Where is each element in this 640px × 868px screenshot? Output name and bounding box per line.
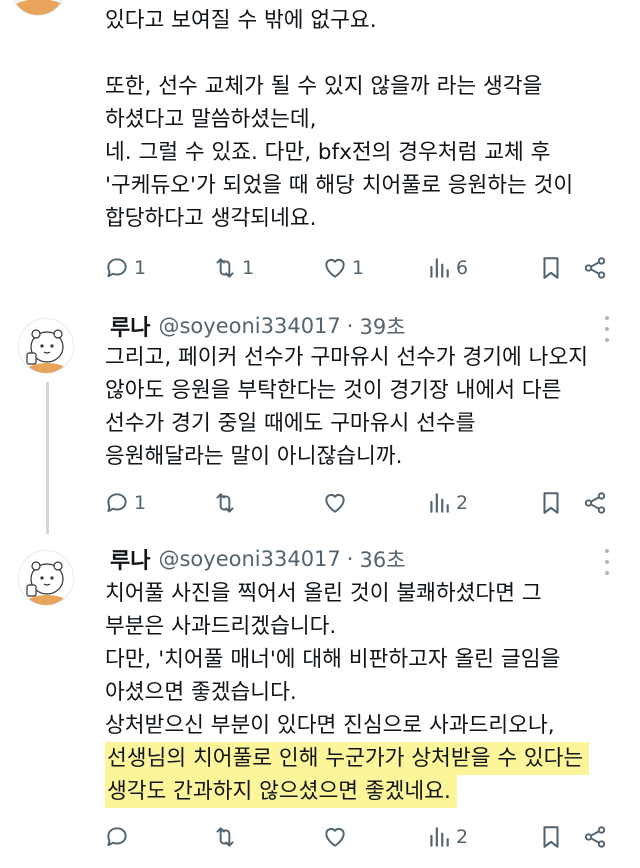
tweet-header: 루나 @soyeoni334017 · 39초 — [110, 311, 406, 341]
bookmark-button[interactable] — [538, 822, 568, 852]
like-icon — [325, 827, 345, 847]
highlighted-line: 선생님의 치어풀로 인해 누군가가 상처받을 수 있다는 — [105, 742, 635, 775]
tweet-actions: 1 1 1 6 — [104, 253, 616, 283]
tweet-actions: 1 2 — [104, 488, 616, 518]
share-icon — [584, 826, 606, 848]
avatar-icon — [23, 329, 71, 373]
tweet-text-line: 아셨으면 좋겠습니다. — [105, 680, 297, 705]
retweet-icon — [216, 827, 234, 847]
tweet-body: 그리고, 페이커 선수가 구마유시 선수가 경기에 나오지 않아도 응원을 부탁… — [105, 341, 635, 473]
like-icon — [325, 493, 345, 513]
tweet-text-line: 그리고, 페이커 선수가 구마유시 선수가 경기에 나오지 — [105, 345, 589, 370]
retweet-icon — [216, 493, 234, 513]
reply-icon — [107, 827, 127, 847]
tweet-text-line: 부분은 사과드리겠습니다. — [105, 614, 337, 639]
reply-button[interactable] — [104, 822, 134, 852]
views-button[interactable]: 2 — [426, 822, 468, 852]
tweet-body: 있다고 보여질 수 밖에 없구요. 또한, 선수 교체가 될 수 있지 않을까 … — [105, 4, 635, 235]
tweet-text-line — [105, 37, 635, 70]
retweet-count: 1 — [242, 257, 255, 279]
share-icon — [584, 257, 606, 279]
like-icon — [325, 258, 345, 278]
highlight-mark: 생각도 간과하지 않으셨으면 좋겠네요. — [105, 775, 457, 808]
display-name[interactable]: 루나 — [110, 310, 150, 342]
tweet-text-line: 응원해달라는 말이 아니잖습니까. — [105, 444, 403, 469]
tweet-text-line: 합당하다고 생각되네요. — [105, 206, 317, 231]
tweet-text-line: 네. 그럴 수 있죠. 다만, bfx전의 경우처럼 교체 후 — [105, 140, 551, 165]
tweet-text-line: 또한, 선수 교체가 될 수 있지 않을까 라는 생각을 — [105, 74, 543, 99]
views-count: 6 — [456, 257, 469, 279]
highlight-mark: 선생님의 치어풀로 인해 누군가가 상처받을 수 있다는 — [105, 742, 590, 775]
share-button[interactable] — [582, 488, 612, 518]
share-button[interactable] — [582, 253, 612, 283]
views-button[interactable]: 6 — [426, 253, 468, 283]
tweet-text-line: 않아도 응원을 부탁한다는 것이 경기장 내에서 다른 — [105, 378, 562, 403]
highlighted-line: 생각도 간과하지 않으셨으면 좋겠네요. — [105, 775, 635, 808]
tweet-body: 치어풀 사진을 찍어서 올린 것이 불쾌하셨다면 그 부분은 사과드리겠습니다.… — [105, 577, 635, 808]
more-icon-dot — [605, 560, 609, 564]
reply-count: 1 — [134, 492, 147, 514]
tweet-text-line: '구케듀오'가 되었을 때 해당 치어풀로 응원하는 것이 — [105, 173, 574, 198]
user-handle[interactable]: @soyeoni334017 — [158, 314, 340, 338]
tweet-text-line: 상처받으신 부분이 있다면 진심으로 사과드리오나, — [105, 713, 555, 738]
views-icon — [430, 493, 449, 513]
reply-count: 1 — [134, 257, 147, 279]
bookmark-icon — [543, 492, 559, 514]
more-icon — [605, 316, 609, 320]
avatar[interactable] — [18, 550, 74, 606]
retweet-icon — [216, 258, 234, 278]
share-icon — [584, 492, 606, 514]
like-count: 1 — [352, 257, 365, 279]
separator: · — [346, 314, 354, 338]
timestamp[interactable]: 39초 — [359, 311, 405, 341]
more-icon-dot — [605, 571, 609, 575]
avatar[interactable] — [10, 0, 66, 16]
share-button[interactable] — [582, 822, 612, 852]
display-name[interactable]: 루나 — [110, 543, 150, 575]
bookmark-icon — [543, 257, 559, 279]
tweet-actions: 2 — [104, 822, 616, 852]
more-icon — [605, 549, 609, 553]
views-icon — [430, 258, 449, 278]
tweet-text-line: 있다고 보여질 수 밖에 없구요. — [105, 8, 377, 33]
bookmark-button[interactable] — [538, 488, 568, 518]
retweet-button[interactable]: 1 — [212, 253, 254, 283]
bookmark-button[interactable] — [538, 253, 568, 283]
more-button[interactable] — [600, 316, 614, 342]
views-count: 2 — [456, 826, 469, 848]
avatar-icon — [11, 0, 65, 15]
tweet-text-line: 치어풀 사진을 찍어서 올린 것이 불쾌하셨다면 그 — [105, 581, 542, 606]
separator: · — [346, 547, 354, 571]
like-button[interactable] — [322, 822, 352, 852]
thread-line — [46, 382, 49, 534]
views-icon — [430, 827, 449, 847]
tweet-header: 루나 @soyeoni334017 · 36초 — [110, 544, 406, 574]
reply-icon — [107, 258, 127, 278]
like-button[interactable] — [322, 488, 352, 518]
timestamp[interactable]: 36초 — [359, 544, 405, 574]
reply-button[interactable]: 1 — [104, 253, 146, 283]
user-handle[interactable]: @soyeoni334017 — [158, 547, 340, 571]
reply-icon — [107, 493, 127, 513]
bookmark-icon — [543, 826, 559, 848]
views-count: 2 — [456, 492, 469, 514]
more-button[interactable] — [600, 549, 614, 575]
avatar[interactable] — [18, 318, 74, 374]
retweet-button[interactable] — [212, 822, 242, 852]
tweet-text-line: 하셨다고 말씀하셨는데, — [105, 107, 317, 132]
retweet-button[interactable] — [212, 488, 242, 518]
like-button[interactable]: 1 — [322, 253, 364, 283]
views-button[interactable]: 2 — [426, 488, 468, 518]
reply-button[interactable]: 1 — [104, 488, 146, 518]
more-icon-dot — [605, 327, 609, 331]
avatar-icon — [23, 561, 71, 605]
tweet-text-line: 선수가 경기 중일 때에도 구마유시 선수를 — [105, 411, 476, 436]
tweet-text-line: 다만, '치어풀 매너'에 대해 비판하고자 올린 글임을 — [105, 647, 561, 672]
